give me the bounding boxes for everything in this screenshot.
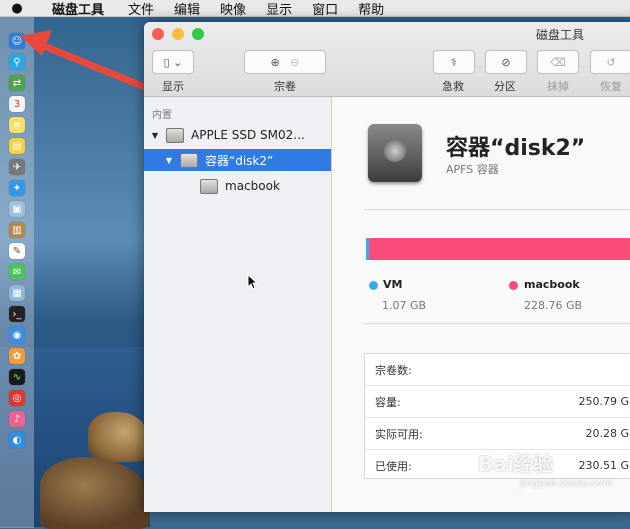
restore-label: 恢复 [600, 80, 622, 93]
sidebar-item-label: 容器“disk2” [205, 153, 274, 168]
stethoscope-icon: ⚕ [451, 55, 457, 69]
info-label: 实际可用: [375, 427, 423, 441]
volume-label: 宗卷 [274, 80, 296, 93]
menu-help[interactable]: 帮助 [358, 0, 384, 18]
info-value: 20.28 G [585, 427, 629, 440]
siri-icon[interactable]: ◉ [9, 327, 25, 343]
wallpaper-rock [88, 412, 148, 462]
legend-dot-macbook [509, 281, 518, 290]
disclosure-triangle-icon[interactable]: ▼ [164, 156, 174, 165]
qq-browser-icon[interactable]: ◐ [9, 432, 25, 448]
notes-icon[interactable]: ≡ [9, 117, 25, 133]
sidebar-item-label: APPLE SSD SM02... [191, 128, 305, 142]
sidebar: 内置 ▼ APPLE SSD SM02... ▼ 容器“disk2” macbo… [144, 97, 332, 512]
sidebar-section-internal: 内置 [152, 110, 172, 121]
large-disk-icon [368, 124, 422, 182]
sidebar-icon: ▯ [163, 55, 170, 69]
partition-label: 分区 [494, 80, 516, 93]
photos-folder-icon[interactable]: ▦ [9, 285, 25, 301]
disclosure-triangle-icon[interactable]: ▼ [150, 131, 160, 140]
usage-bar [366, 238, 630, 260]
sidebar-item-volume[interactable]: macbook [144, 175, 331, 197]
menu-view[interactable]: 显示 [266, 0, 292, 18]
calendar-icon[interactable]: 3 [9, 96, 25, 112]
erase-icon: ⌫ [550, 55, 566, 69]
partition-button[interactable]: ⊘ [485, 50, 527, 74]
baidu-watermark-url: jingyan.baidu.com [520, 478, 613, 489]
sidebar-item-container[interactable]: ▼ 容器“disk2” [144, 149, 331, 171]
legend-size-macbook: 228.76 GB [524, 299, 583, 312]
menu-file[interactable]: 文件 [128, 0, 154, 18]
sidebar-item-label: macbook [225, 179, 280, 193]
safari-icon[interactable]: ✦ [9, 180, 25, 196]
apple-logo-icon[interactable]: ● [0, 1, 34, 16]
menu-window[interactable]: 窗口 [312, 0, 338, 18]
info-label: 容量: [375, 395, 401, 409]
stickies-icon[interactable]: ▤ [9, 138, 25, 154]
restore-icon: ↺ [606, 55, 616, 69]
info-label: 已使用: [375, 459, 412, 473]
sidebar-item-physical-disk[interactable]: ▼ APPLE SSD SM02... [144, 124, 337, 146]
restore-button[interactable]: ↺ [590, 50, 630, 74]
legend-name-vm: VM [383, 278, 403, 291]
info-row-available: 实际可用: 20.28 G [365, 418, 630, 450]
menu-edit[interactable]: 编辑 [174, 0, 200, 18]
contacts-icon[interactable]: ▥ [9, 222, 25, 238]
activity-monitor-icon[interactable]: ∿ [9, 369, 25, 385]
photos-icon[interactable]: ✿ [9, 348, 25, 364]
first-aid-button[interactable]: ⚕ [433, 50, 475, 74]
info-value: 230.51 G [578, 459, 629, 472]
chevron-down-icon: ⌄ [173, 55, 183, 69]
window-titlebar: 磁盘工具 ▯ ⌄ 显示 ⊕ ⊖ 宗卷 ⚕ 急救 ⊘ 分区 ⌫ 抹掉 ↺ 恢复 [144, 22, 630, 97]
show-label: 显示 [162, 80, 184, 93]
textedit-icon[interactable]: ✎ [9, 243, 25, 259]
menu-image[interactable]: 映像 [220, 0, 246, 18]
divider [364, 209, 630, 210]
menu-bar: ● 磁盘工具 文件 编辑 映像 显示 窗口 帮助 [0, 0, 630, 18]
sidebar-view-button[interactable]: ▯ ⌄ [152, 50, 194, 74]
red-arrow-annotation [20, 30, 151, 92]
divider [364, 323, 630, 324]
baidu-watermark-logo: Bai经验 [478, 452, 554, 476]
first-aid-label: 急救 [442, 80, 464, 93]
hard-drive-icon [166, 127, 184, 143]
window-title: 磁盘工具 [535, 28, 584, 42]
container-disk-icon [180, 152, 198, 168]
info-row-capacity: 容量: 250.79 G [365, 386, 630, 418]
legend-dot-vm [369, 281, 378, 290]
usage-bar-vm-segment [366, 238, 369, 260]
volume-type: APFS 容器 [446, 163, 499, 176]
info-label: 宗卷数: [375, 363, 412, 377]
remove-volume-icon: ⊖ [290, 55, 300, 69]
launchpad-icon[interactable]: ✈ [9, 159, 25, 175]
netease-music-icon[interactable]: ◎ [9, 390, 25, 406]
volume-disk-icon [200, 178, 218, 194]
legend-size-vm: 1.07 GB [382, 299, 427, 312]
itunes-icon[interactable]: ♪ [9, 411, 25, 427]
partition-icon: ⊘ [501, 55, 511, 69]
info-row-volumes: 宗卷数: [365, 354, 630, 386]
wechat-icon[interactable]: ✉ [9, 264, 25, 280]
volume-button[interactable]: ⊕ ⊖ [244, 50, 326, 74]
terminal-icon[interactable]: ›_ [9, 306, 25, 322]
erase-label: 抹掉 [547, 80, 569, 93]
info-value: 250.79 G [578, 395, 629, 408]
erase-button[interactable]: ⌫ [537, 50, 579, 74]
disk-utility-window: 磁盘工具 ▯ ⌄ 显示 ⊕ ⊖ 宗卷 ⚕ 急救 ⊘ 分区 ⌫ 抹掉 ↺ 恢复 内… [144, 22, 630, 512]
mouse-pointer-icon [247, 274, 259, 290]
legend-name-macbook: macbook [524, 278, 580, 291]
menu-app-name[interactable]: 磁盘工具 [52, 0, 104, 18]
preview-icon[interactable]: ▣ [9, 201, 25, 217]
volume-name: 容器“disk2” [446, 136, 586, 161]
add-volume-icon: ⊕ [270, 55, 280, 69]
